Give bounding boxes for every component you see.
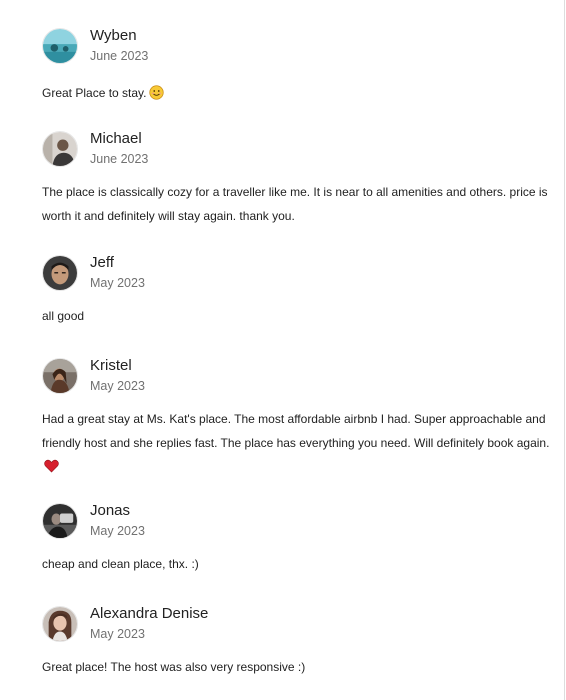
review-text: all good	[42, 309, 85, 323]
review-header: Jeff May 2023	[42, 254, 552, 295]
review-date: May 2023	[90, 524, 145, 538]
reviewer-name[interactable]: Wyben	[90, 27, 137, 45]
review-date: June 2023	[90, 49, 149, 63]
reviews-page: Wyben June 2023 Great Place to stay. Mic…	[0, 0, 566, 700]
avatar[interactable]	[42, 28, 78, 64]
review-item: Alexandra Denise May 2023 Great place! T…	[42, 605, 552, 680]
avatar[interactable]	[42, 358, 78, 394]
avatar[interactable]	[42, 255, 78, 291]
review-item: Kristel May 2023 Had a great stay at Ms.…	[42, 357, 552, 482]
review-text: The place is classically cozy for a trav…	[42, 185, 548, 223]
review-text-block: Great Place to stay.	[42, 82, 552, 109]
review-header: Kristel May 2023	[42, 357, 552, 398]
reviewer-name[interactable]: Alexandra Denise	[90, 605, 208, 623]
scroll-edge-divider	[564, 0, 565, 700]
reviewer-name[interactable]: Jonas	[90, 502, 130, 520]
reviewer-name[interactable]: Jeff	[90, 254, 114, 272]
review-header: Wyben June 2023	[42, 27, 552, 68]
review-header: Michael June 2023	[42, 130, 552, 171]
avatar[interactable]	[42, 606, 78, 642]
review-text-block: Had a great stay at Ms. Kat's place. The…	[42, 408, 552, 482]
review-header: Jonas May 2023	[42, 502, 552, 543]
review-date: May 2023	[90, 276, 145, 290]
review-date: May 2023	[90, 379, 145, 393]
review-date: May 2023	[90, 627, 145, 641]
red-heart-icon	[44, 458, 59, 482]
avatar[interactable]	[42, 131, 78, 167]
review-item: Jeff May 2023 all good	[42, 254, 552, 329]
review-item: Michael June 2023 The place is classical…	[42, 130, 552, 228]
review-item: Jonas May 2023 cheap and clean place, th…	[42, 502, 552, 577]
smiling-face-icon	[148, 85, 164, 109]
review-text: cheap and clean place, thx. :)	[42, 557, 199, 571]
review-text: Great Place to stay.	[42, 86, 147, 100]
reviewer-name[interactable]: Michael	[90, 130, 142, 148]
avatar[interactable]	[42, 503, 78, 539]
review-header: Alexandra Denise May 2023	[42, 605, 552, 646]
review-item: Wyben June 2023 Great Place to stay.	[42, 27, 552, 109]
review-text: Had a great stay at Ms. Kat's place. The…	[42, 412, 550, 450]
review-date: June 2023	[90, 152, 149, 166]
review-text: Great place! The host was also very resp…	[42, 660, 306, 674]
reviewer-name[interactable]: Kristel	[90, 357, 132, 375]
